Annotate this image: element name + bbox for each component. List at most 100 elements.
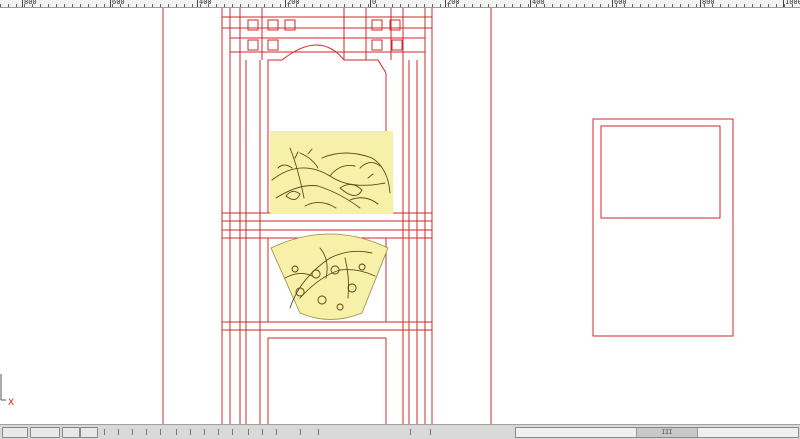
ruler-tick	[776, 4, 777, 7]
ruler-tick	[248, 4, 249, 7]
ruler-tick	[432, 4, 433, 7]
ruler-tick	[40, 4, 41, 7]
upper-carved-panel[interactable]	[270, 131, 393, 214]
ruler-tick	[688, 4, 689, 7]
ruler-tick	[104, 4, 105, 7]
status-separator	[176, 429, 177, 435]
ruler-major-tick	[370, 0, 371, 7]
ruler-tick	[160, 4, 161, 7]
ruler-tick	[256, 4, 257, 7]
ruler-tick	[608, 4, 609, 7]
ruler-tick	[632, 4, 633, 7]
ruler-tick	[272, 4, 273, 7]
ruler-tick	[80, 4, 81, 7]
ruler-tick	[592, 4, 593, 7]
ruler-tick	[280, 4, 281, 7]
ruler-tick	[552, 4, 553, 7]
arch-opening-line[interactable]	[267, 44, 387, 74]
status-separator	[276, 429, 277, 435]
ruler-tick	[720, 4, 721, 7]
ruler-label: 400	[199, 0, 212, 6]
layout-tab-2[interactable]	[62, 427, 80, 438]
status-separator	[262, 429, 263, 435]
ruler-tick	[192, 4, 193, 7]
ruler-tick	[368, 4, 369, 7]
ruler-tick	[48, 4, 49, 7]
status-separator	[146, 429, 147, 435]
ruler-tick	[744, 4, 745, 7]
drawing-canvas[interactable]	[0, 8, 800, 424]
layout-tab-1[interactable]	[30, 427, 60, 438]
layout-tab-model[interactable]	[2, 427, 28, 438]
ruler-tick	[736, 4, 737, 7]
ruler-tick	[440, 4, 441, 7]
status-separator	[318, 429, 319, 435]
ruler-major-tick	[22, 0, 23, 7]
ruler-tick	[664, 4, 665, 7]
status-separator	[160, 429, 161, 435]
ruler-tick	[0, 4, 1, 7]
status-separator	[430, 429, 431, 435]
status-separator	[204, 429, 205, 435]
ruler-tick	[496, 4, 497, 7]
ruler-tick	[344, 4, 345, 7]
ruler-tick	[400, 4, 401, 7]
top-ruler: 800 600 400 200 0 200 400 600 800 1000	[0, 0, 800, 8]
ruler-major-tick	[612, 0, 613, 7]
ruler-tick	[752, 4, 753, 7]
ruler-tick	[312, 4, 313, 7]
ruler-tick	[336, 4, 337, 7]
ruler-tick	[408, 4, 409, 7]
ruler-tick	[392, 4, 393, 7]
ruler-major-tick	[783, 0, 784, 7]
right-door-outline[interactable]	[592, 118, 734, 337]
ruler-tick	[520, 4, 521, 7]
status-separator	[218, 429, 219, 435]
ruler-tick	[648, 4, 649, 7]
axis-x-label: X	[8, 398, 15, 408]
layout-tab-3[interactable]	[80, 427, 98, 438]
status-separator	[300, 429, 301, 435]
ruler-tick	[472, 4, 473, 7]
ruler-tick	[568, 4, 569, 7]
ruler-tick	[360, 4, 361, 7]
ruler-tick	[96, 4, 97, 7]
ruler-tick	[384, 4, 385, 7]
ruler-tick	[176, 4, 177, 7]
ruler-tick	[224, 4, 225, 7]
ruler-tick	[760, 4, 761, 7]
ruler-tick	[672, 4, 673, 7]
status-separator	[104, 429, 105, 435]
ruler-tick	[232, 4, 233, 7]
ruler-tick	[560, 4, 561, 7]
ruler-tick	[584, 4, 585, 7]
ruler-major-tick	[700, 0, 701, 7]
lattice-square[interactable]	[267, 39, 279, 51]
ruler-label: 200	[447, 0, 460, 6]
horizontal-scrollbar[interactable]: III	[515, 427, 799, 438]
lattice-square[interactable]	[247, 39, 259, 51]
ruler-label: 400	[532, 0, 545, 6]
ruler-tick	[64, 4, 65, 7]
ruler-tick	[184, 4, 185, 7]
ruler-tick	[696, 4, 697, 7]
ruler-tick	[640, 4, 641, 7]
status-separator	[410, 429, 411, 435]
ruler-tick	[72, 4, 73, 7]
ruler-tick	[216, 4, 217, 7]
ruler-tick	[144, 4, 145, 7]
ruler-label: 600	[112, 0, 125, 6]
status-bar: III	[0, 424, 800, 439]
fan-carved-panel[interactable]	[270, 233, 389, 320]
ruler-tick	[600, 4, 601, 7]
ruler-major-tick	[110, 0, 111, 7]
ruler-tick	[480, 4, 481, 7]
status-separator	[232, 429, 233, 435]
scrollbar-thumb[interactable]: III	[636, 428, 698, 437]
ruler-major-tick	[530, 0, 531, 7]
lattice-square[interactable]	[371, 39, 383, 51]
ruler-major-tick	[285, 0, 286, 7]
lattice-square[interactable]	[391, 39, 403, 51]
ruler-tick	[488, 4, 489, 7]
status-separator	[132, 429, 133, 435]
